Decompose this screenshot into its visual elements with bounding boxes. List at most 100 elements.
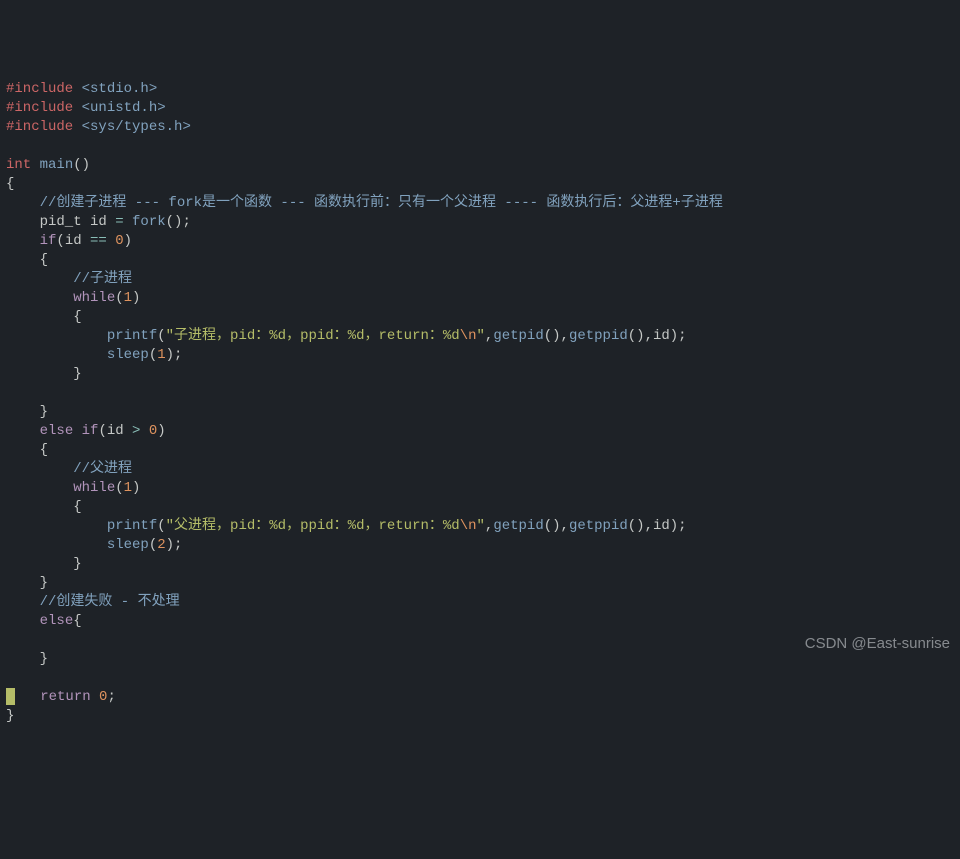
sp	[91, 689, 99, 705]
code-line: {	[6, 252, 48, 268]
string: "	[477, 328, 485, 344]
code-line: {	[6, 442, 48, 458]
func-call: fork	[132, 214, 166, 230]
header: <sys/types.h>	[82, 119, 191, 135]
number: 0	[99, 689, 107, 705]
type: int	[6, 157, 40, 173]
indent	[6, 480, 73, 496]
func-name: main	[40, 157, 74, 173]
indent	[15, 689, 40, 705]
header: <unistd.h>	[82, 100, 166, 116]
keyword: if	[40, 233, 57, 249]
code-line: else if(id > 0)	[6, 423, 166, 439]
brace: }	[6, 556, 82, 572]
paren: (id	[98, 423, 132, 439]
paren: ();	[166, 214, 191, 230]
code-line: printf("父进程，pid：%d，ppid：%d，return：%d\n",…	[6, 518, 687, 534]
paren: (	[157, 328, 165, 344]
sp	[73, 423, 81, 439]
code-line: #include <sys/types.h>	[6, 119, 191, 135]
code-line: return 0;	[6, 689, 116, 705]
code-line: //父进程	[6, 461, 132, 477]
paren: );	[166, 537, 183, 553]
brace: {	[6, 176, 14, 192]
number: 1	[124, 480, 132, 496]
header: <stdio.h>	[82, 81, 158, 97]
ident: pid_t id	[6, 214, 115, 230]
escape: \n	[460, 328, 477, 344]
string: "父进程，pid：%d，ppid：%d，return：%d	[166, 518, 460, 534]
paren: )	[157, 423, 165, 439]
paren: (),	[544, 328, 569, 344]
preproc: #include	[6, 100, 82, 116]
code-line: }	[6, 556, 82, 572]
func-call: printf	[107, 328, 157, 344]
func-call: getpid	[493, 518, 543, 534]
func-call: printf	[107, 518, 157, 534]
keyword: if	[82, 423, 99, 439]
code-line: }	[6, 575, 48, 591]
brace: {	[6, 499, 82, 515]
escape: \n	[460, 518, 477, 534]
brace: {	[73, 613, 81, 629]
code-line: #include <unistd.h>	[6, 100, 166, 116]
code-line: //创建失败 - 不处理	[6, 594, 180, 610]
number: 1	[124, 290, 132, 306]
preproc: #include	[6, 81, 82, 97]
func-call: sleep	[107, 537, 149, 553]
paren: ;	[107, 689, 115, 705]
brace: {	[6, 252, 48, 268]
sp	[107, 233, 115, 249]
code-line: }	[6, 404, 48, 420]
code-line: while(1)	[6, 290, 140, 306]
code-line: sleep(1);	[6, 347, 182, 363]
op: =	[115, 214, 132, 230]
paren: )	[124, 233, 132, 249]
code-line: //子进程	[6, 271, 132, 287]
paren: (	[115, 480, 123, 496]
indent	[6, 518, 107, 534]
keyword: else	[40, 613, 74, 629]
func-call: getpid	[493, 328, 543, 344]
code-line: int main()	[6, 157, 90, 173]
code-line: }	[6, 651, 48, 667]
paren: )	[132, 480, 140, 496]
op: ==	[90, 233, 107, 249]
indent	[6, 290, 73, 306]
code-line: pid_t id = fork();	[6, 214, 191, 230]
indent	[6, 347, 107, 363]
number: 0	[115, 233, 123, 249]
brace: }	[6, 366, 82, 382]
number: 1	[157, 347, 165, 363]
paren: )	[132, 290, 140, 306]
paren: (),id);	[628, 518, 687, 534]
paren: (	[149, 537, 157, 553]
string: "	[477, 518, 485, 534]
code-line: sleep(2);	[6, 537, 182, 553]
paren: (	[157, 518, 165, 534]
code-line: {	[6, 499, 82, 515]
preproc: #include	[6, 119, 82, 135]
code-line: if(id == 0)	[6, 233, 132, 249]
paren: );	[166, 347, 183, 363]
indent	[6, 423, 40, 439]
paren: (),id);	[628, 328, 687, 344]
paren: (	[115, 290, 123, 306]
paren: (id	[56, 233, 90, 249]
code-line: while(1)	[6, 480, 140, 496]
indent	[6, 613, 40, 629]
brace: }	[6, 575, 48, 591]
paren: (	[149, 347, 157, 363]
func-call: getppid	[569, 518, 628, 534]
paren: ()	[73, 157, 90, 173]
number: 2	[157, 537, 165, 553]
func-call: sleep	[107, 347, 149, 363]
brace: }	[6, 651, 48, 667]
comment: //创建失败 - 不处理	[6, 594, 180, 610]
code-line: printf("子进程，pid：%d，ppid：%d，return：%d\n",…	[6, 328, 687, 344]
string: "子进程，pid：%d，ppid：%d，return：%d	[166, 328, 460, 344]
brace: }	[6, 404, 48, 420]
brace: }	[6, 708, 14, 724]
watermark: CSDN @East-sunrise	[805, 634, 950, 653]
keyword: else	[40, 423, 74, 439]
